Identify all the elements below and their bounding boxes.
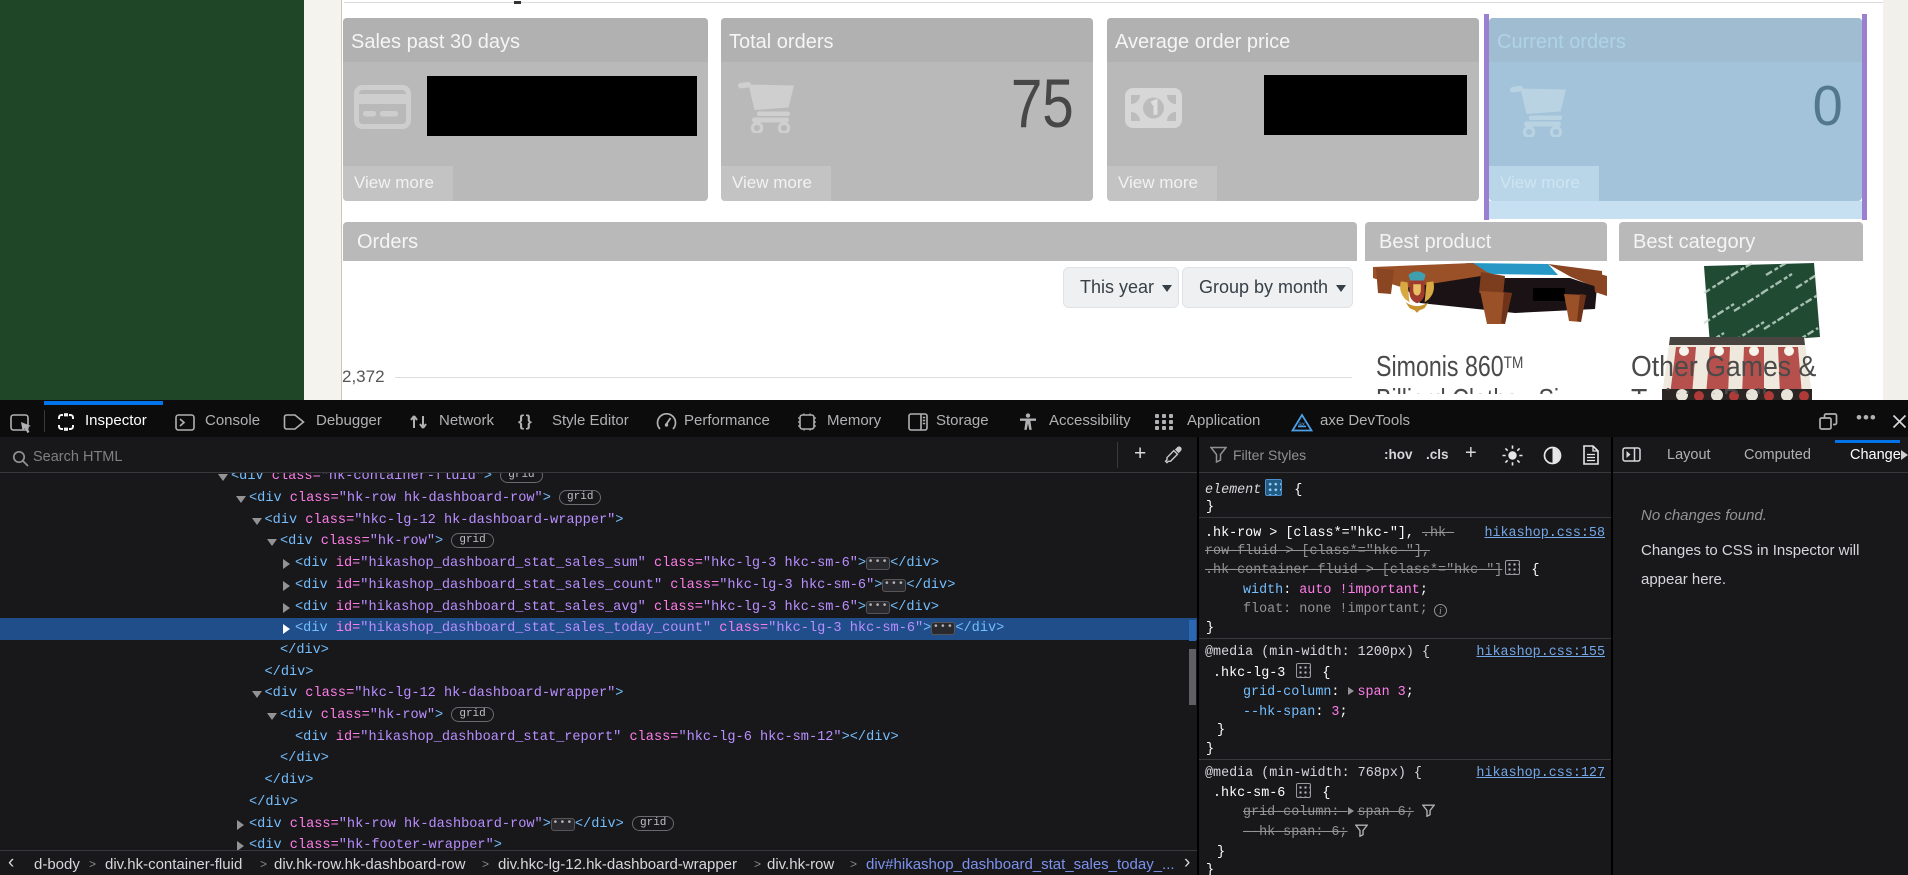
- svg-text:ax: ax: [1298, 421, 1306, 428]
